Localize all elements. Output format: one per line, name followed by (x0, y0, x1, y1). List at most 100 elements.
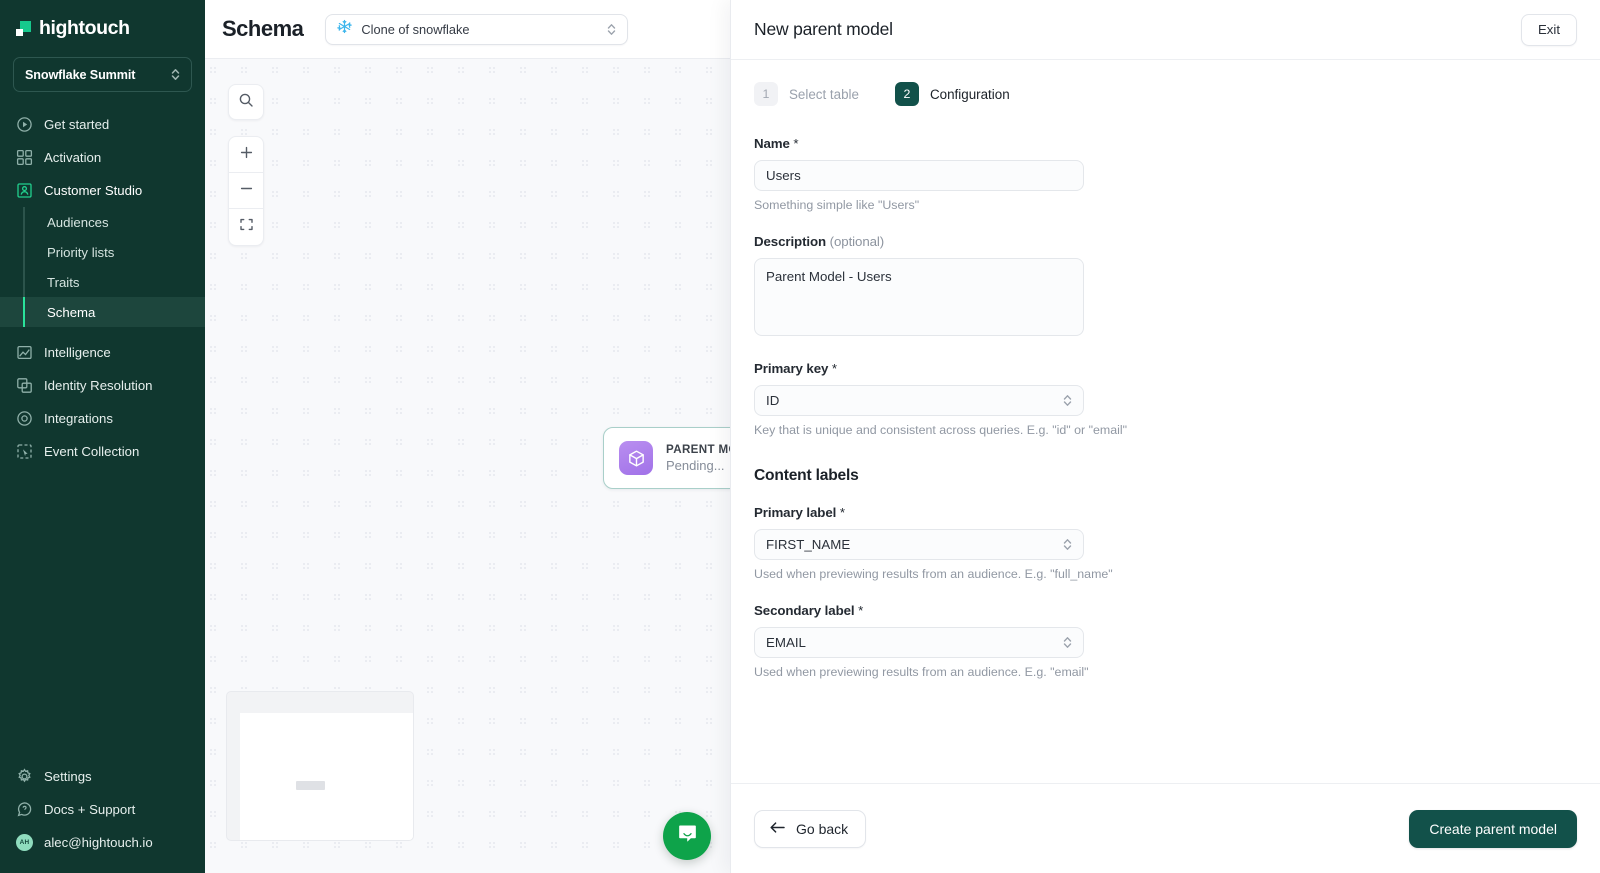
secondary-label-value: EMAIL (766, 635, 806, 650)
grid-squares-icon (16, 149, 33, 166)
fit-screen-icon (239, 217, 254, 237)
fit-view-button[interactable] (229, 209, 263, 245)
chevron-updown-icon (1063, 394, 1072, 407)
name-label: Name * (754, 136, 1577, 151)
sidebar-item-event-collection[interactable]: Event Collection (0, 435, 205, 468)
chat-bubble-icon (676, 822, 699, 850)
step-indicator: 1 Select table 2 Configuration (731, 60, 1600, 106)
panel-title: New parent model (754, 19, 893, 39)
cube-icon (619, 441, 653, 475)
primary-label-value: FIRST_NAME (766, 537, 851, 552)
sidebar-subitem-label: Audiences (47, 214, 109, 230)
primary-key-field-group: Primary key * ID Key that is unique and … (754, 361, 1577, 437)
create-parent-model-button[interactable]: Create parent model (1409, 809, 1577, 848)
sidebar-item-settings[interactable]: Settings (0, 760, 205, 793)
sidebar-item-get-started[interactable]: Get started (0, 108, 205, 141)
primary-label-required-mark: * (836, 505, 845, 520)
primary-label-field-group: Primary label * FIRST_NAME Used when pre… (754, 505, 1577, 581)
customer-studio-icon (16, 182, 33, 199)
sidebar-item-label: Settings (44, 769, 92, 784)
workspace-switcher[interactable]: Snowflake Summit (13, 57, 192, 92)
name-field-group: Name * Something simple like "Users" (754, 136, 1577, 212)
panel-header: New parent model Exit (731, 0, 1600, 60)
secondary-label-required-mark: * (854, 603, 864, 618)
exit-button[interactable]: Exit (1521, 13, 1577, 46)
logo[interactable]: hightouch (0, 0, 205, 44)
minimap-viewport (240, 713, 413, 840)
user-email-label: alec@hightouch.io (44, 835, 153, 850)
step-label-1: Select table (789, 86, 859, 102)
app-root: hightouch Snowflake Summit Get started A… (0, 0, 1600, 873)
sidebar-subitem-label: Traits (47, 274, 80, 290)
identity-icon (16, 377, 33, 394)
arrow-left-icon (769, 820, 786, 838)
new-parent-model-panel: New parent model Exit 1 Select table 2 C… (730, 0, 1600, 873)
sidebar-item-label: Intelligence (44, 345, 111, 360)
play-circle-icon (16, 116, 33, 133)
sidebar-item-customer-studio[interactable]: Customer Studio (0, 174, 205, 207)
canvas-zoom-controls (228, 136, 264, 246)
sidebar-subitem-label: Schema (47, 304, 96, 320)
sidebar-subitem-label: Priority lists (47, 244, 115, 260)
sidebar-item-user-account[interactable]: AH alec@hightouch.io (0, 826, 205, 859)
sidebar-item-identity-resolution[interactable]: Identity Resolution (0, 369, 205, 402)
step-badge-1: 1 (754, 82, 778, 106)
workspace-name: Snowflake Summit (25, 67, 136, 82)
support-chat-button[interactable] (663, 812, 711, 860)
secondary-label-label-text: Secondary label (754, 603, 855, 618)
chevron-updown-icon (1063, 538, 1072, 551)
name-input[interactable] (754, 160, 1084, 191)
sidebar-item-docs-support[interactable]: Docs + Support (0, 793, 205, 826)
sidebar-item-priority-lists[interactable]: Priority lists (0, 237, 205, 267)
description-textarea[interactable]: Parent Model - Users (754, 258, 1084, 336)
sidebar-item-integrations[interactable]: Integrations (0, 402, 205, 435)
primary-label-help-text: Used when previewing results from an aud… (754, 567, 1113, 581)
sidebar-item-audiences[interactable]: Audiences (0, 207, 205, 237)
go-back-button[interactable]: Go back (754, 809, 867, 848)
sidebar-item-label: Docs + Support (44, 802, 136, 817)
chevron-updown-icon (607, 23, 616, 36)
snowflake-icon (337, 19, 353, 39)
canvas-search-button[interactable] (228, 84, 264, 120)
search-icon (238, 92, 254, 113)
panel-body: Name * Something simple like "Users" Des… (731, 106, 1600, 783)
secondary-label-select[interactable]: EMAIL (754, 627, 1084, 658)
chevron-updown-icon (1063, 636, 1072, 649)
description-optional-mark: (optional) (829, 234, 885, 249)
primary-key-help-text: Key that is unique and consistent across… (754, 423, 1127, 437)
step-select-table[interactable]: 1 Select table (754, 82, 859, 106)
sidebar: hightouch Snowflake Summit Get started A… (0, 0, 205, 873)
name-label-text: Name (754, 136, 790, 151)
step-label-2: Configuration (929, 86, 1010, 102)
sidebar-item-intelligence[interactable]: Intelligence (0, 336, 205, 369)
step-configuration[interactable]: 2 Configuration (894, 82, 1010, 106)
name-required-mark: * (789, 136, 799, 151)
canvas-minimap[interactable] (226, 691, 414, 841)
secondary-label-help-text: Used when previewing results from an aud… (754, 665, 1089, 679)
content-labels-heading: Content labels (754, 467, 859, 484)
sidebar-item-traits[interactable]: Traits (0, 267, 205, 297)
description-label-text: Description (754, 234, 827, 249)
source-select-value: Clone of snowflake (361, 21, 470, 37)
source-select[interactable]: Clone of snowflake (325, 13, 629, 45)
zoom-in-button[interactable] (229, 137, 263, 173)
sidebar-item-label: Customer Studio (44, 183, 143, 198)
avatar-initials: AH (16, 834, 33, 851)
logo-text: hightouch (39, 16, 130, 39)
zoom-out-button[interactable] (229, 173, 263, 209)
sidebar-item-schema[interactable]: Schema (0, 297, 205, 327)
sidebar-item-label: Integrations (44, 411, 113, 426)
sidebar-item-label: Identity Resolution (44, 378, 153, 393)
primary-key-select[interactable]: ID (754, 385, 1084, 416)
panel-footer: Go back Create parent model (731, 783, 1600, 873)
sidebar-item-label: Get started (44, 117, 110, 132)
primary-label-select[interactable]: FIRST_NAME (754, 529, 1084, 560)
primary-key-label: Primary key * (754, 361, 1577, 376)
secondary-label-field-group: Secondary label * EMAIL Used when previe… (754, 603, 1577, 679)
description-field-group: Description (optional) Parent Model - Us… (754, 234, 1577, 341)
sidebar-item-activation[interactable]: Activation (0, 141, 205, 174)
